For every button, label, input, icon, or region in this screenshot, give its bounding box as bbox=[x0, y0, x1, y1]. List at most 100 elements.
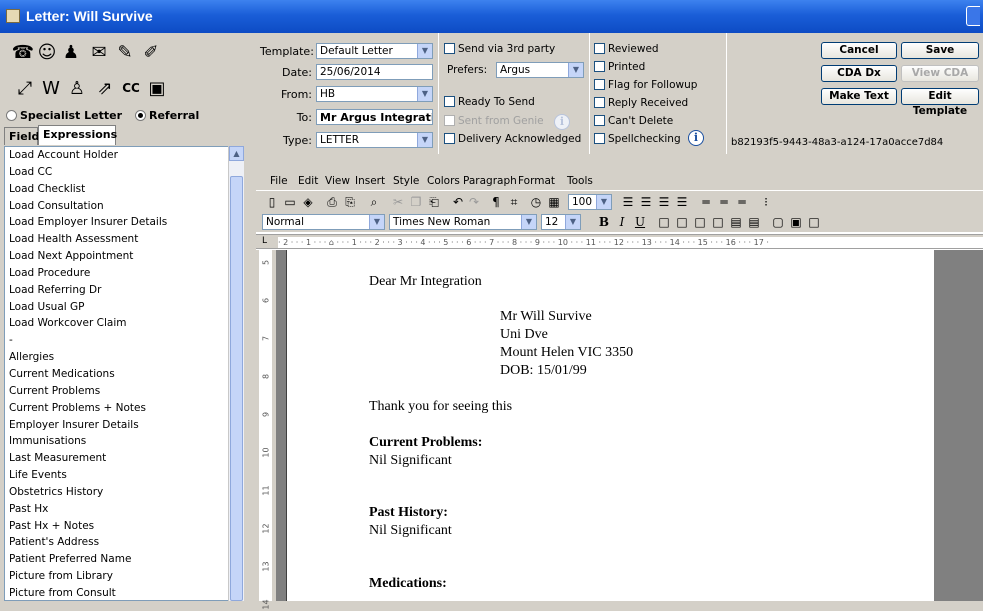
justify-icon[interactable]: ☰ bbox=[674, 194, 690, 210]
radio-specialist-letter[interactable]: Specialist Letter bbox=[6, 109, 122, 122]
expand-icon[interactable]: ⤢ bbox=[12, 75, 38, 101]
scroll-up-icon[interactable]: ▲ bbox=[229, 146, 244, 161]
field-list-item[interactable]: Life Events bbox=[5, 467, 243, 484]
field-list-item[interactable]: Load Account Holder bbox=[5, 147, 243, 164]
redo-icon[interactable]: ↷ bbox=[466, 194, 482, 210]
chevron-down-icon[interactable]: ▼ bbox=[596, 195, 611, 209]
align-center-icon[interactable]: ☰ bbox=[638, 194, 654, 210]
menu-format[interactable]: Format bbox=[518, 175, 555, 187]
chevron-down-icon[interactable]: ▼ bbox=[521, 215, 536, 229]
undo-icon[interactable]: ↶ bbox=[450, 194, 466, 210]
field-list-item[interactable]: Picture from Consult bbox=[5, 585, 243, 600]
flag-followup-checkbox[interactable]: Flag for Followup bbox=[594, 79, 697, 91]
date-input[interactable]: 25/06/2014 bbox=[316, 64, 433, 80]
field-list-item[interactable]: Load Employer Insurer Details bbox=[5, 214, 243, 231]
border-right-icon[interactable]: □ bbox=[692, 214, 708, 230]
border-box-icon[interactable]: ▢ bbox=[770, 214, 786, 230]
search-person-icon[interactable]: ☺ bbox=[34, 39, 60, 65]
field-list-item[interactable]: Load Workcover Claim bbox=[5, 315, 243, 332]
open-icon[interactable]: ▭ bbox=[282, 194, 298, 210]
export-icon[interactable]: ⇗ bbox=[92, 75, 118, 101]
print-icon[interactable]: ⎘ bbox=[342, 194, 358, 210]
field-list-item[interactable]: Patient's Address bbox=[5, 534, 243, 551]
chevron-down-icon[interactable]: ▼ bbox=[565, 215, 580, 229]
scroll-thumb[interactable] bbox=[230, 176, 243, 601]
eraser-icon[interactable]: ✐ bbox=[138, 39, 164, 65]
tab-fields[interactable]: Fields bbox=[4, 127, 46, 145]
field-list-item[interactable]: Last Measurement bbox=[5, 450, 243, 467]
menu-file[interactable]: File bbox=[270, 175, 288, 187]
border-inner-icon[interactable]: ▤ bbox=[746, 214, 762, 230]
field-list-item[interactable]: Current Problems bbox=[5, 383, 243, 400]
send-3rd-party-checkbox[interactable]: Send via 3rd party bbox=[444, 43, 555, 55]
info-icon[interactable]: i bbox=[688, 130, 704, 146]
field-list-item[interactable]: Picture from Library bbox=[5, 568, 243, 585]
field-list-item[interactable]: Employer Insurer Details bbox=[5, 417, 243, 434]
email-icon[interactable]: ✉ bbox=[86, 39, 112, 65]
template-select[interactable]: Default Letter ▼ bbox=[316, 43, 433, 59]
cant-delete-checkbox[interactable]: Can't Delete bbox=[594, 115, 673, 127]
line-spacing-2-icon[interactable]: ═ bbox=[734, 194, 750, 210]
field-list-item[interactable]: Immunisations bbox=[5, 433, 243, 450]
cancel-button[interactable]: Cancel bbox=[821, 42, 897, 59]
field-list-item[interactable]: Patient Preferred Name bbox=[5, 551, 243, 568]
chevron-down-icon[interactable]: ▼ bbox=[568, 63, 583, 77]
cda-dx-button[interactable]: CDA Dx bbox=[821, 65, 897, 82]
field-list-item[interactable]: Load CC bbox=[5, 164, 243, 181]
bullets-icon[interactable]: ⁝ bbox=[758, 194, 774, 210]
reviewed-checkbox[interactable]: Reviewed bbox=[594, 43, 659, 55]
line-spacing-15-icon[interactable]: ═ bbox=[716, 194, 732, 210]
font-select[interactable]: Times New Roman ▼ bbox=[389, 214, 537, 230]
save-button[interactable]: Save bbox=[901, 42, 979, 59]
align-left-icon[interactable]: ☰ bbox=[620, 194, 636, 210]
contacts-icon[interactable]: ♟ bbox=[58, 39, 84, 65]
field-list-item[interactable]: Load Procedure bbox=[5, 265, 243, 282]
clock-icon[interactable]: ◷ bbox=[528, 194, 544, 210]
field-list-item[interactable]: Current Problems + Notes bbox=[5, 400, 243, 417]
menu-edit[interactable]: Edit bbox=[298, 175, 318, 187]
type-select[interactable]: LETTER ▼ bbox=[316, 132, 433, 148]
bold-icon[interactable]: B bbox=[596, 214, 612, 230]
horizontal-ruler[interactable]: L · 2 · · · 1 · · · ⌂ · · · 1 · · · 2 · … bbox=[256, 234, 983, 249]
radio-referral[interactable]: Referral bbox=[135, 109, 199, 122]
italic-icon[interactable]: I bbox=[614, 214, 630, 230]
menu-tools[interactable]: Tools bbox=[567, 175, 593, 187]
minimize-button[interactable] bbox=[966, 6, 980, 26]
field-list-item[interactable]: Load Next Appointment bbox=[5, 248, 243, 265]
field-list-item[interactable]: Load Consultation bbox=[5, 198, 243, 215]
menu-insert[interactable]: Insert bbox=[355, 175, 385, 187]
underline-icon[interactable]: U bbox=[632, 214, 648, 230]
border-split-icon[interactable]: ▣ bbox=[788, 214, 804, 230]
zoom-select[interactable]: 100 ▼ bbox=[568, 194, 612, 210]
attachment-icon[interactable]: ✎ bbox=[112, 39, 138, 65]
save-icon[interactable]: ◈ bbox=[300, 194, 316, 210]
tab-stop-icon[interactable]: L bbox=[262, 236, 267, 246]
field-list-item[interactable]: Past Hx bbox=[5, 501, 243, 518]
menu-colors[interactable]: Colors bbox=[427, 175, 460, 187]
field-list-item[interactable]: Allergies bbox=[5, 349, 243, 366]
pilcrow-icon[interactable]: ¶ bbox=[488, 194, 504, 210]
border-top-icon[interactable]: □ bbox=[710, 214, 726, 230]
fields-list-scrollbar[interactable]: ▲ bbox=[228, 146, 244, 601]
menu-view[interactable]: View bbox=[325, 175, 350, 187]
printed-checkbox[interactable]: Printed bbox=[594, 61, 645, 73]
cc-icon[interactable]: CC bbox=[118, 75, 144, 101]
table-icon[interactable]: ⌗ bbox=[506, 194, 522, 210]
chevron-down-icon[interactable]: ▼ bbox=[369, 215, 384, 229]
border-none-icon[interactable]: □ bbox=[656, 214, 672, 230]
person-icon[interactable]: ♙ bbox=[64, 75, 90, 101]
line-spacing-1-icon[interactable]: ═ bbox=[698, 194, 714, 210]
align-right-icon[interactable]: ☰ bbox=[656, 194, 672, 210]
save-disk-icon[interactable]: ▣ bbox=[144, 75, 170, 101]
copy-icon[interactable]: ❐ bbox=[408, 194, 424, 210]
document-page[interactable]: Dear Mr Integration Mr Will Survive Uni … bbox=[286, 250, 934, 601]
field-list-item[interactable]: Load Health Assessment bbox=[5, 231, 243, 248]
cut-icon[interactable]: ✂ bbox=[390, 194, 406, 210]
paste-icon[interactable]: ⎗ bbox=[426, 194, 442, 210]
chevron-down-icon[interactable]: ▼ bbox=[417, 133, 432, 147]
field-list-item[interactable]: Current Medications bbox=[5, 366, 243, 383]
chevron-down-icon[interactable]: ▼ bbox=[417, 87, 432, 101]
tab-expressions[interactable]: Expressions bbox=[38, 125, 117, 145]
new-doc-icon[interactable]: ▯ bbox=[264, 194, 280, 210]
find-icon[interactable]: ⌕ bbox=[366, 194, 382, 210]
